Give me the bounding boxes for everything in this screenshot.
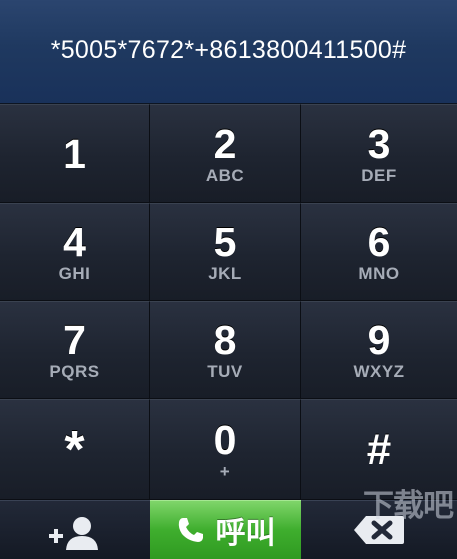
call-label: 呼叫 (215, 517, 276, 550)
key-letters: MNO (358, 264, 400, 283)
key-digit: 8 (213, 317, 237, 363)
key-letters: + (219, 461, 231, 481)
delete-button[interactable] (301, 500, 457, 559)
key-0[interactable]: 0 + (150, 399, 301, 500)
key-7[interactable]: 7 PQRS (0, 301, 150, 399)
add-contact-button[interactable] (0, 500, 150, 559)
key-letters: GHI (58, 264, 91, 283)
key-4[interactable]: 4 GHI (0, 203, 150, 301)
bottom-bar: 呼叫 (0, 500, 457, 559)
key-3[interactable]: 3 DEF (301, 104, 457, 203)
key-digit: 5 (213, 219, 237, 265)
key-digit: 3 (367, 120, 391, 167)
phone-icon (178, 518, 203, 542)
number-display: *5005*7672*+8613800411500# (0, 0, 457, 104)
key-8[interactable]: 8 TUV (150, 301, 301, 399)
key-star[interactable]: * (0, 399, 150, 500)
key-digit: * (64, 420, 85, 479)
key-letters: ABC (205, 165, 245, 185)
key-digit: 2 (213, 120, 237, 167)
key-6[interactable]: 6 MNO (301, 203, 457, 301)
key-letters: DEF (361, 165, 397, 185)
key-2[interactable]: 2 ABC (150, 104, 301, 203)
key-1[interactable]: 1 (0, 104, 150, 203)
keypad: 1 2 ABC 3 DEF 4 GHI 5 JKL 6 MNO 7 PQRS 8… (0, 104, 457, 500)
add-contact-icon (49, 517, 98, 550)
key-digit: # (366, 424, 392, 474)
dialed-number: *5005*7672*+8613800411500# (50, 36, 407, 64)
key-letters: JKL (208, 264, 242, 283)
key-digit: 0 (213, 416, 237, 463)
key-hash[interactable]: # (301, 399, 457, 500)
key-digit: 7 (63, 317, 86, 363)
key-digit: 1 (63, 130, 86, 177)
key-letters: PQRS (49, 362, 100, 381)
key-digit: 9 (367, 317, 391, 363)
key-5[interactable]: 5 JKL (150, 203, 301, 301)
key-digit: 4 (63, 219, 86, 265)
backspace-icon (354, 516, 404, 544)
key-letters: WXYZ (353, 362, 405, 381)
call-button[interactable]: 呼叫 (150, 500, 301, 559)
key-letters: TUV (207, 362, 243, 381)
key-9[interactable]: 9 WXYZ (301, 301, 457, 399)
key-digit: 6 (367, 219, 391, 265)
